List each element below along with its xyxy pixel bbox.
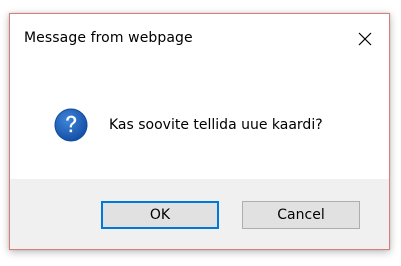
dialog-body: Kas soovite tellida uue kaardi? <box>10 66 389 179</box>
dialog-titlebar[interactable]: Message from webpage <box>10 14 389 66</box>
ok-button[interactable]: OK <box>101 201 219 229</box>
dialog-title: Message from webpage <box>24 30 193 46</box>
question-icon <box>54 108 88 142</box>
close-button[interactable] <box>349 24 381 54</box>
dialog-footer: OK Cancel <box>10 179 389 249</box>
dialog-message: Kas soovite tellida uue kaardi? <box>109 117 323 133</box>
cancel-button[interactable]: Cancel <box>242 201 360 229</box>
close-icon <box>358 32 372 46</box>
message-dialog: Message from webpage Kas soovite tellida… <box>9 13 390 250</box>
